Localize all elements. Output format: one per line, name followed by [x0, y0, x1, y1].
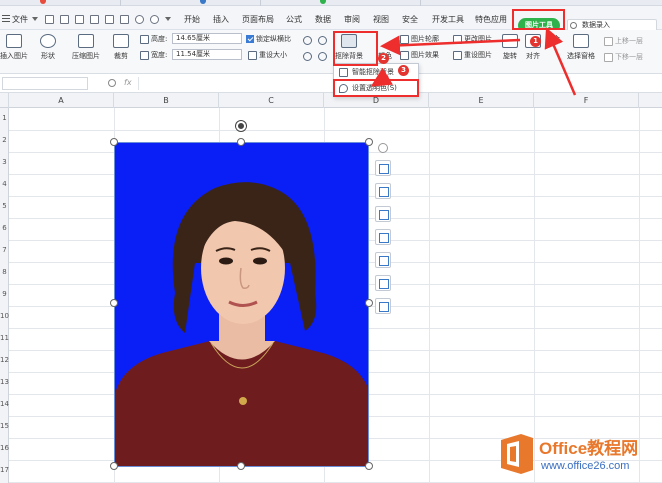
annotation-arrows	[370, 27, 577, 96]
watermark: Office教程网 www.office26.com	[497, 430, 662, 483]
arrow-to-transparent-color	[370, 67, 394, 87]
watermark-brand: Office教程网	[539, 439, 639, 458]
arrow-to-picture-tools	[544, 27, 577, 96]
watermark-url: www.office26.com	[541, 460, 630, 472]
step-badge-1: 1	[530, 36, 541, 47]
step-badge-2: 2	[378, 53, 389, 64]
arrow-to-remove-background	[380, 35, 521, 56]
step-badge-3: 3	[398, 65, 409, 76]
office-logo-icon	[501, 434, 533, 474]
